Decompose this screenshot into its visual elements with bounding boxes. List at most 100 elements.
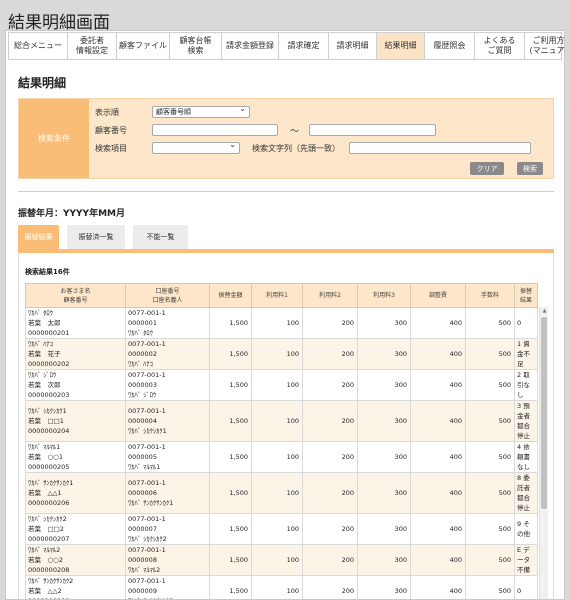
search-button[interactable]: 検索 [517,162,543,175]
table-row: ﾜｶﾊﾞ ｼｶｸｼｶｸ2 若葉 □□2 0000000207 0077-001-1… [25,513,538,545]
table-row: ﾜｶﾊﾞ ﾏﾙﾏﾙ1 若葉 ○○1 0000000205 0077-001-1 0… [25,441,538,473]
results-table: お客さま名 顧客番号 口座番号 口座名義人 振替金額 利用料1 利用料2 利用料3 調整費手… [25,283,538,599]
col-account-cell: 0077-001-1 0000005 ﾜｶﾊﾞ ﾏﾙﾏﾙ1 [125,441,210,473]
col-customer-cell: ﾜｶﾊﾞ ｼｶｸｼｶｸ1 若葉 □□1 0000000204 [25,400,126,442]
col-account-cell: 0077-001-1 0000004 ﾜｶﾊﾞ ｼｶｸｼｶｸ1 [125,400,210,442]
col-fee1-cell: 100 [251,441,303,473]
col-fee1-cell: 100 [251,400,303,442]
col-account-cell: 0077-001-1 0000001 ﾜｶﾊﾞ ﾀﾛｳ [125,307,210,339]
col-fee2-cell: 200 [302,472,358,514]
col-fee2-cell: 200 [302,369,358,401]
col-fee2-header: 利用料2 [302,283,358,308]
col-charge-cell: 500 [465,338,515,370]
customer-no-to-input[interactable] [309,124,436,136]
search-text-input[interactable] [349,142,531,154]
col-amount-header: 振替金額 [209,283,252,308]
col-fee1-cell: 100 [251,472,303,514]
tab-transferred-list[interactable]: 振替済一覧 [67,225,125,249]
nav-billing-registration[interactable]: 請求金額登録 [222,33,279,59]
col-amount-cell: 1,500 [209,513,252,545]
col-customer-cell: ﾜｶﾊﾞ ﾊﾅｺ 若葉 花子 0000000202 [25,338,126,370]
col-amount-cell: 1,500 [209,472,252,514]
col-charge-cell: 500 [465,400,515,442]
col-fee3-header: 利用料3 [357,283,411,308]
col-account-cell: 0077-001-1 0000008 ﾜｶﾊﾞ ﾏﾙﾏﾙ2 [125,544,210,576]
nav-consignor-settings[interactable]: 委託者 情報設定 [68,33,117,59]
col-fee3-cell: 300 [357,400,411,442]
col-result-cell: 3 預金者都合停止 [514,400,538,442]
col-adjust-cell: 400 [410,472,466,514]
clear-button[interactable]: クリア [470,162,504,175]
nav-customer-file[interactable]: 顧客ファイル [117,33,170,59]
nav-result-details[interactable]: 結果明細 [377,33,425,59]
col-adjust-header: 調整費 [410,283,466,308]
display-order-select[interactable]: 顧客番号順 [152,104,250,118]
scroll-up-arrow-icon[interactable]: ▲ [540,307,549,316]
col-fee2-cell: 200 [302,400,358,442]
col-adjust-cell: 400 [410,307,466,339]
col-fee3-cell: 300 [357,472,411,514]
search-item-select[interactable] [152,140,240,154]
col-charge-cell: 500 [465,369,515,401]
col-fee3-cell: 300 [357,575,411,599]
col-charge-cell: 500 [465,307,515,339]
window-title: 結果明細画面 [8,13,110,33]
customer-no-from-input[interactable] [152,124,278,136]
search-item-label: 検索項目 [95,144,127,153]
nav-customer-ledger-search[interactable]: 顧客台帳 検索 [170,33,222,59]
col-customer-cell: ﾜｶﾊﾞ ﾀﾛｳ 若葉 太郎 0000000201 [25,307,126,339]
nav-billing-confirm[interactable]: 請求確定 [279,33,329,59]
search-conditions-label: 検索条件 [19,99,89,178]
nav-billing-details[interactable]: 請求明細 [329,33,377,59]
col-adjust-cell: 400 [410,575,466,599]
nav-faq[interactable]: よくある ご質問 [475,33,525,59]
scroll-thumb[interactable] [541,317,547,509]
col-account-cell: 0077-001-1 0000002 ﾜｶﾊﾞ ﾊﾅｺ [125,338,210,370]
range-tilde: 〜 [290,127,300,137]
col-charge-cell: 500 [465,472,515,514]
col-customer-cell: ﾜｶﾊﾞ ﾏﾙﾏﾙ1 若葉 ○○1 0000000205 [25,441,126,473]
col-fee2-cell: 200 [302,575,358,599]
col-customer-cell: ﾜｶﾊﾞ ﾏﾙﾏﾙ2 若葉 ○○2 0000000208 [25,544,126,576]
col-result-cell: E データ不備 [514,544,538,576]
nav-general-menu[interactable]: 総合メニュー [9,33,68,59]
table-row: ﾜｶﾊﾞ ﾏﾙﾏﾙ2 若葉 ○○2 0000000208 0077-001-1 0… [25,544,538,576]
col-result-cell: 4 依頼書なし [514,441,538,473]
table-row: ﾜｶﾊﾞ ｼｶｸｼｶｸ1 若葉 □□1 0000000204 0077-001-1… [25,400,538,442]
col-result-cell: 2 取引なし [514,369,538,401]
search-text-label: 検索文字列（先頭一致） [252,144,340,153]
col-result-cell: 8 委託者都合停止 [514,472,538,514]
col-adjust-cell: 400 [410,369,466,401]
col-result-cell: 0 [514,575,538,599]
col-fee1-cell: 100 [251,369,303,401]
col-amount-cell: 1,500 [209,544,252,576]
col-amount-cell: 1,500 [209,575,252,599]
col-adjust-cell: 400 [410,338,466,370]
col-charge-cell: 500 [465,441,515,473]
col-amount-cell: 1,500 [209,400,252,442]
col-result-cell: 0 [514,307,538,339]
col-adjust-cell: 400 [410,544,466,576]
col-charge-cell: 500 [465,513,515,545]
result-count: 検索結果16件 [25,268,70,276]
main-panel: 総合メニュー 委託者 情報設定 顧客ファイル 顧客台帳 検索 請求金額登録 請求確定 請求明… [5,30,565,600]
page-title: 結果明細 [18,76,67,90]
col-fee1-cell: 100 [251,338,303,370]
nav-manual[interactable]: ご利用方法 (マニュアル) [525,33,564,59]
col-fee1-cell: 100 [251,575,303,599]
col-adjust-cell: 400 [410,400,466,442]
tab-failed-list[interactable]: 不能一覧 [133,225,188,249]
col-fee3-cell: 300 [357,307,411,339]
table-scrollbar[interactable]: ▲ [539,307,549,599]
nav-history[interactable]: 履歴照会 [425,33,475,59]
col-fee3-cell: 300 [357,441,411,473]
customer-no-label: 顧客番号 [95,126,127,135]
col-result-cell: 1 資金不足 [514,338,538,370]
tab-transfer-result[interactable]: 振替結果 [18,225,59,249]
main-nav: 総合メニュー 委託者 情報設定 顧客ファイル 顧客台帳 検索 請求金額登録 請求確定 請求明… [8,32,564,60]
col-adjust-cell: 400 [410,441,466,473]
col-charge-header: 手数料 [465,283,515,308]
col-account-header: 口座番号 口座名義人 [125,283,210,308]
table-row: ﾜｶﾊﾞ ｼﾞﾛｳ 若葉 次郎 0000000203 0077-001-1 000… [25,369,538,401]
col-account-cell: 0077-001-1 0000006 ﾜｶﾊﾞ ｻﾝｶｸｻﾝｶｸ1 [125,472,210,514]
